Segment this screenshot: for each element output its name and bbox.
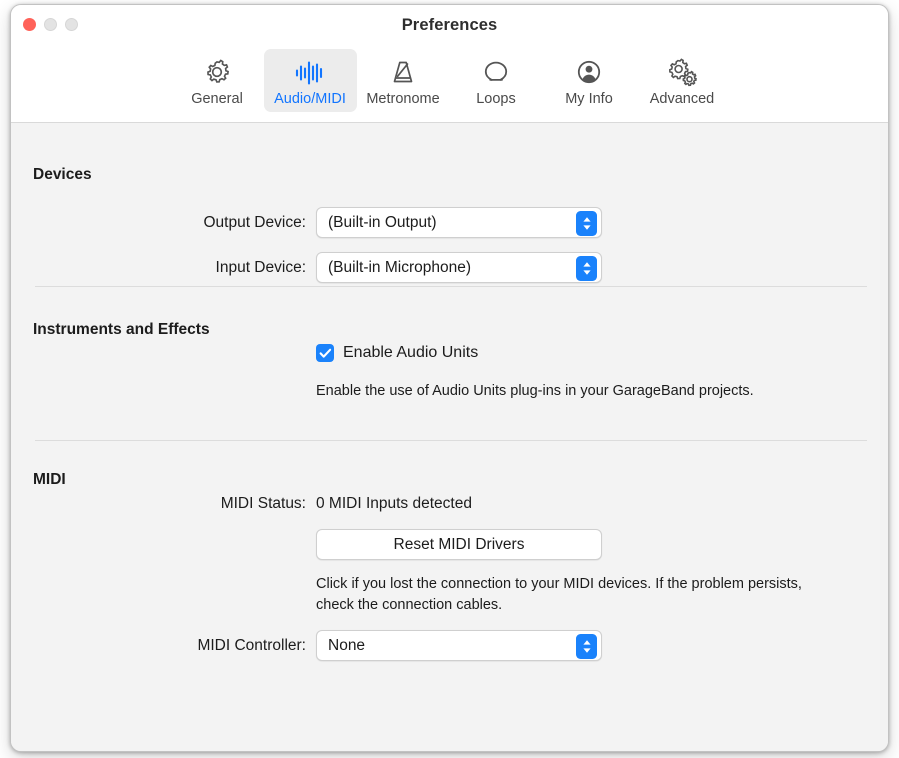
output-device-value: (Built-in Output) [328, 213, 437, 231]
loop-icon [480, 55, 512, 89]
waveform-icon [293, 55, 327, 89]
midi-status-value: 0 MIDI Inputs detected [316, 495, 472, 512]
reset-midi-drivers-button[interactable]: Reset MIDI Drivers [316, 529, 602, 560]
divider-devices [35, 286, 867, 287]
tab-metronome-label: Metronome [366, 91, 440, 107]
tab-general-label: General [191, 91, 243, 107]
window-title: Preferences [401, 16, 498, 34]
midi-controller-row: MIDI Controller: None [11, 630, 602, 661]
input-device-row: Input Device: (Built-in Microphone) [11, 252, 602, 283]
enable-audio-units-checkbox[interactable] [316, 344, 334, 362]
input-device-select[interactable]: (Built-in Microphone) [316, 252, 602, 283]
gear-icon [201, 55, 233, 89]
person-circle-icon [573, 55, 605, 89]
preferences-toolbar: General Audio/MIDI Metronome Loops My In… [11, 49, 888, 112]
tab-general[interactable]: General [171, 49, 264, 112]
tab-loops-label: Loops [476, 91, 516, 107]
tab-audio-midi-label: Audio/MIDI [274, 91, 346, 107]
reset-midi-help-text: Click if you lost the connection to your… [316, 576, 802, 613]
tab-audio-midi[interactable]: Audio/MIDI [263, 49, 357, 112]
input-device-value: (Built-in Microphone) [328, 258, 471, 276]
enable-audio-units-label: Enable Audio Units [343, 344, 479, 361]
midi-status-row: MIDI Status: 0 MIDI Inputs detected [11, 495, 472, 513]
midi-controller-label: MIDI Controller: [197, 636, 306, 654]
tab-loops[interactable]: Loops [450, 49, 543, 112]
enable-audio-units-row[interactable]: Enable Audio Units [316, 344, 478, 362]
midi-section-title: MIDI [33, 471, 66, 488]
metronome-icon [387, 55, 419, 89]
output-device-row: Output Device: (Built-in Output) [11, 207, 602, 238]
preferences-window: Preferences General Audio/MIDI Metronome… [10, 4, 889, 752]
midi-status-label: MIDI Status: [220, 495, 306, 512]
output-device-select[interactable]: (Built-in Output) [316, 207, 602, 238]
instruments-section-title: Instruments and Effects [33, 321, 210, 338]
tab-my-info-label: My Info [565, 91, 613, 107]
double-gear-icon [665, 55, 699, 89]
tab-metronome[interactable]: Metronome [357, 49, 450, 112]
midi-controller-value: None [328, 636, 366, 654]
audio-midi-pane: Devices Output Device: (Built-in Output)… [11, 123, 888, 751]
input-device-label: Input Device: [215, 258, 306, 276]
chevron-up-down-icon [576, 211, 597, 236]
tab-my-info[interactable]: My Info [543, 49, 636, 112]
output-device-label: Output Device: [203, 213, 306, 231]
chevron-up-down-icon [576, 634, 597, 659]
tab-advanced-label: Advanced [649, 91, 715, 107]
chevron-up-down-icon [576, 256, 597, 281]
audio-units-help-text: Enable the use of Audio Units plug-ins i… [316, 383, 754, 399]
title-bar: Preferences General Audio/MIDI Metronome… [11, 5, 888, 123]
devices-section-title: Devices [33, 166, 92, 183]
tab-advanced[interactable]: Advanced [636, 49, 729, 112]
divider-instruments [35, 440, 867, 441]
midi-controller-select[interactable]: None [316, 630, 602, 661]
